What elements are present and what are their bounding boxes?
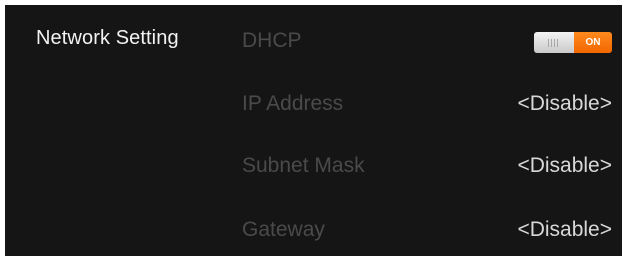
gateway-value: <Disable> (517, 218, 612, 241)
toggle-on-label: ON (574, 32, 612, 53)
gateway-row[interactable]: Gateway <Disable> (242, 213, 618, 247)
section-title: Network Setting (36, 27, 179, 49)
grip-icon (548, 38, 560, 47)
ip-address-value: <Disable> (517, 92, 612, 115)
gateway-label: Gateway (242, 218, 325, 241)
dhcp-toggle[interactable]: ON (534, 32, 612, 53)
dhcp-row[interactable]: DHCP ON (242, 24, 618, 58)
ip-address-label: IP Address (242, 92, 344, 115)
ip-address-row[interactable]: IP Address <Disable> (242, 87, 618, 121)
subnet-mask-row[interactable]: Subnet Mask <Disable> (242, 149, 618, 183)
subnet-mask-value: <Disable> (517, 154, 612, 177)
network-setting-panel: Network Setting DHCP ON IP Address <Disa… (5, 5, 622, 256)
dhcp-label: DHCP (242, 29, 302, 52)
subnet-mask-label: Subnet Mask (242, 154, 365, 177)
toggle-knob[interactable] (534, 32, 574, 53)
